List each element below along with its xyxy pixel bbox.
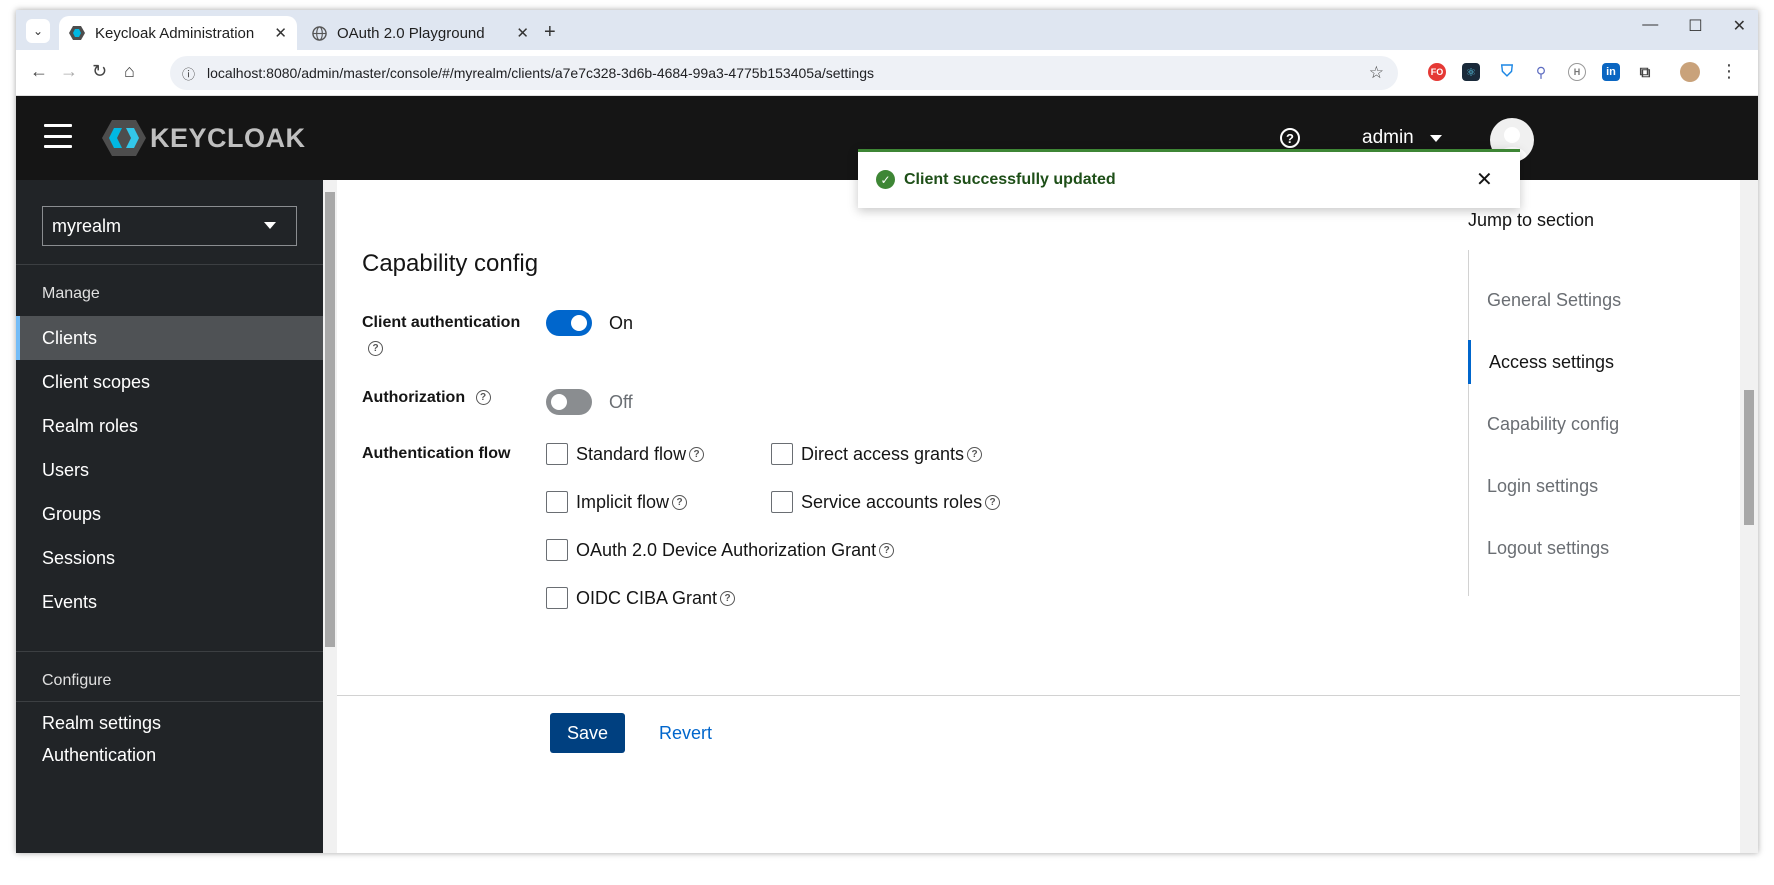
jump-links: General Settings Access settings Capabil… — [1468, 250, 1718, 596]
profile-avatar-icon[interactable] — [1680, 62, 1700, 82]
tab-strip: ⌄ Keycloak Administration ✕ OAuth 2.0 Pl… — [16, 10, 1758, 50]
keycloak-logo[interactable]: KEYCLOAK — [102, 120, 306, 156]
sidebar-scrollbar[interactable] — [323, 180, 337, 853]
client-authentication-state: On — [609, 313, 634, 333]
window-controls: — ☐ ✕ — [1642, 16, 1758, 36]
oidc-ciba-grant-checkbox[interactable]: OIDC CIBA Grant ? — [546, 587, 736, 609]
hamburger-menu-icon[interactable] — [44, 124, 72, 148]
jump-general-settings[interactable]: General Settings — [1469, 278, 1719, 322]
globe-icon — [311, 25, 327, 41]
minimize-icon[interactable]: — — [1642, 16, 1658, 36]
sidebar: myrealm Manage Clients Client scopes Rea… — [16, 180, 323, 853]
help-icon[interactable]: ? — [672, 494, 688, 510]
jump-access-settings[interactable]: Access settings — [1468, 340, 1718, 384]
sidebar-item-groups[interactable]: Groups — [16, 492, 323, 536]
help-icon[interactable]: ? — [879, 542, 895, 558]
kebab-menu-icon[interactable]: ⋮ — [1720, 61, 1738, 82]
maximize-icon[interactable]: ☐ — [1688, 16, 1702, 36]
tab-title: Keycloak Administration — [95, 24, 255, 42]
manage-section-label: Manage — [16, 264, 323, 303]
puzzle-icon[interactable]: ⧉ — [1636, 63, 1654, 81]
help-icon[interactable]: ? — [1280, 128, 1300, 148]
home-icon[interactable]: ⌂ — [124, 61, 135, 82]
section-title: Capability config — [362, 250, 539, 277]
client-authentication-switch[interactable] — [546, 310, 592, 336]
caret-down-icon — [264, 222, 276, 229]
sidebar-item-events[interactable]: Events — [16, 580, 323, 624]
close-icon[interactable]: ✕ — [274, 24, 287, 42]
address-bar[interactable]: ⓘ localhost:8080/admin/master/console/#/… — [170, 56, 1398, 90]
configure-section-label: Configure — [16, 651, 323, 690]
reload-icon[interactable]: ↻ — [92, 61, 107, 82]
help-icon[interactable]: ? — [368, 341, 383, 357]
extension-h-icon[interactable]: H — [1568, 63, 1586, 81]
realm-name: myrealm — [52, 215, 122, 236]
save-button[interactable]: Save — [550, 713, 625, 753]
help-icon[interactable]: ? — [720, 590, 736, 606]
jump-capability-config[interactable]: Capability config — [1469, 402, 1719, 446]
tab-keycloak[interactable]: Keycloak Administration ✕ — [59, 16, 297, 50]
help-icon[interactable]: ? — [985, 494, 1001, 510]
tab-title: OAuth 2.0 Playground — [337, 24, 485, 42]
sidebar-item-clients[interactable]: Clients — [16, 316, 323, 360]
standard-flow-checkbox[interactable]: Standard flow ? — [546, 443, 705, 465]
direct-access-grants-checkbox[interactable]: Direct access grants ? — [771, 443, 983, 465]
site-info-icon[interactable]: ⓘ — [182, 64, 195, 83]
close-icon[interactable]: ✕ — [1476, 167, 1493, 192]
extension-fo-icon[interactable]: FO — [1428, 63, 1446, 81]
jump-login-settings[interactable]: Login settings — [1469, 464, 1719, 508]
logo-text: KEYCLOAK — [150, 122, 306, 153]
service-accounts-roles-checkbox[interactable]: Service accounts roles ? — [771, 491, 1001, 513]
keycloak-favicon-icon — [69, 25, 85, 41]
jump-to-section-title: Jump to section — [1468, 210, 1595, 230]
sidebar-item-realm-roles[interactable]: Realm roles — [16, 404, 323, 448]
authentication-flow-label: Authentication flow — [362, 445, 511, 462]
keycloak-logo-mark-icon — [102, 120, 146, 156]
share-icon[interactable]: ⚲ — [1532, 63, 1550, 81]
tab-oauth-playground[interactable]: OAuth 2.0 Playground ✕ — [301, 16, 539, 50]
scrollbar-thumb[interactable] — [1744, 390, 1754, 525]
sidebar-item-client-scopes[interactable]: Client scopes — [16, 360, 323, 404]
authorization-state: Off — [609, 392, 633, 412]
authorization-switch[interactable] — [546, 389, 592, 415]
toast-message: Client successfully updated — [904, 171, 1116, 188]
revert-button[interactable]: Revert — [659, 713, 712, 753]
authorization-label: Authorization ? — [362, 389, 491, 407]
main-content: Capability config Client authentication … — [337, 180, 1758, 853]
client-authentication-label: Client authentication ? — [362, 310, 532, 362]
react-devtools-icon[interactable]: ⚛ — [1462, 63, 1480, 81]
tab-search-button[interactable]: ⌄ — [26, 19, 50, 43]
browser-toolbar: ← → ↻ ⌂ ⓘ localhost:8080/admin/master/co… — [16, 50, 1758, 96]
check-circle-icon: ✓ — [876, 170, 895, 189]
back-arrow-icon[interactable]: ← — [30, 61, 48, 82]
url-text: localhost:8080/admin/master/console/#/my… — [207, 65, 874, 81]
sidebar-item-sessions[interactable]: Sessions — [16, 536, 323, 580]
implicit-flow-checkbox[interactable]: Implicit flow ? — [546, 491, 688, 513]
close-window-icon[interactable]: ✕ — [1733, 16, 1746, 36]
help-icon[interactable]: ? — [967, 446, 983, 462]
username: admin — [1362, 127, 1414, 148]
help-icon[interactable]: ? — [689, 446, 705, 462]
sidebar-item-users[interactable]: Users — [16, 448, 323, 492]
sidebar-item-authentication[interactable]: Authentication — [16, 745, 323, 765]
jump-logout-settings[interactable]: Logout settings — [1469, 526, 1719, 570]
success-toast: ✓ Client successfully updated ✕ — [858, 149, 1520, 208]
user-dropdown[interactable]: admin — [1362, 127, 1442, 149]
forward-arrow-icon[interactable]: → — [60, 61, 78, 82]
bookmark-star-icon[interactable]: ☆ — [1369, 63, 1384, 83]
help-icon[interactable]: ? — [475, 390, 491, 406]
scrollbar-thumb[interactable] — [325, 192, 335, 647]
caret-down-icon — [1429, 134, 1442, 142]
device-authorization-grant-checkbox[interactable]: OAuth 2.0 Device Authorization Grant ? — [546, 539, 895, 561]
form-actions: Save Revert — [337, 695, 1740, 853]
browser-window: ⌄ Keycloak Administration ✕ OAuth 2.0 Pl… — [16, 10, 1758, 853]
main-scrollbar[interactable] — [1740, 180, 1758, 853]
linkedin-icon[interactable]: in — [1602, 63, 1620, 81]
realm-selector[interactable]: myrealm — [42, 206, 297, 246]
new-tab-plus-icon[interactable]: + — [544, 21, 556, 44]
shield-icon[interactable]: ⛉ — [1498, 63, 1516, 81]
sidebar-item-realm-settings[interactable]: Realm settings — [16, 701, 323, 745]
close-icon[interactable]: ✕ — [516, 24, 529, 42]
